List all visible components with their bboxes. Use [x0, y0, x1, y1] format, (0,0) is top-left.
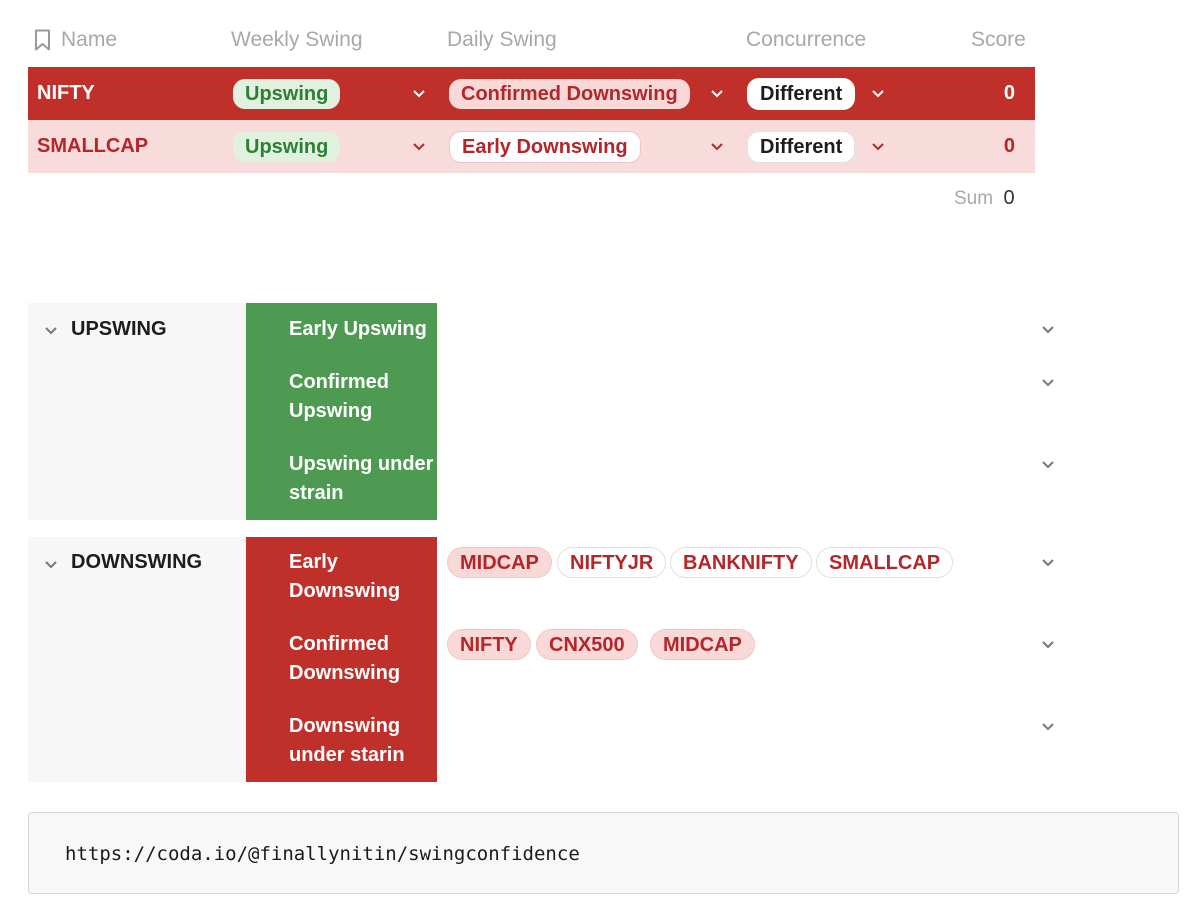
- column-header-score[interactable]: Score: [971, 26, 1026, 54]
- doc-url[interactable]: https://coda.io/@finallynitin/swingconfi…: [65, 843, 580, 865]
- symbol-tag[interactable]: CNX500: [536, 629, 638, 660]
- stage-label: Confirmed Upswing: [289, 371, 389, 422]
- concurrence-select[interactable]: Different: [747, 77, 856, 110]
- bookmark-icon: [35, 29, 50, 51]
- daily-swing-select[interactable]: Confirmed Downswing: [449, 78, 690, 109]
- column-header-name[interactable]: Name: [61, 26, 117, 54]
- daily-swing-select[interactable]: Early Downswing: [449, 130, 641, 163]
- weekly-swing-select[interactable]: Upswing: [233, 78, 341, 109]
- symbol-tag[interactable]: MIDCAP: [650, 629, 755, 660]
- score-sum: Sum 0: [954, 187, 1015, 210]
- symbol-tag[interactable]: BANKNIFTY: [670, 547, 812, 578]
- stage-label: Early Downswing: [289, 551, 401, 602]
- concurrence-select[interactable]: Different: [747, 130, 856, 163]
- row-score: 0: [1003, 82, 1015, 104]
- table-row[interactable]: SMALLCAP Upswing Early Downswing Differe…: [28, 120, 1035, 173]
- row-name: NIFTY: [37, 82, 95, 104]
- sum-value: 0: [1003, 187, 1015, 209]
- sum-label: Sum: [954, 188, 994, 209]
- url-code-block: https://coda.io/@finallynitin/swingconfi…: [28, 812, 1179, 894]
- chevron-down-icon[interactable]: [412, 142, 426, 152]
- group-title: UPSWING: [71, 318, 167, 340]
- chevron-down-icon[interactable]: [1041, 378, 1055, 388]
- symbol-tag[interactable]: MIDCAP: [447, 547, 552, 578]
- chevron-down-icon[interactable]: [710, 89, 724, 99]
- column-header-concurrence[interactable]: Concurrence: [746, 26, 866, 54]
- chevron-down-icon[interactable]: [871, 142, 885, 152]
- chevron-down-icon[interactable]: [412, 89, 426, 99]
- chevron-down-icon[interactable]: [1041, 722, 1055, 732]
- chevron-down-icon[interactable]: [1041, 558, 1055, 568]
- column-header-weekly-swing[interactable]: Weekly Swing: [231, 26, 363, 54]
- group-title: DOWNSWING: [71, 551, 203, 573]
- chevron-down-icon[interactable]: [1041, 640, 1055, 650]
- symbol-tag[interactable]: NIFTYJR: [557, 547, 667, 578]
- stage-label: Upswing under strain: [289, 453, 434, 504]
- symbol-tag[interactable]: NIFTY: [447, 629, 531, 660]
- chevron-down-icon[interactable]: [1041, 325, 1055, 335]
- row-score: 0: [1003, 135, 1015, 157]
- symbol-tag[interactable]: SMALLCAP: [816, 547, 954, 578]
- chevron-down-icon[interactable]: [44, 326, 58, 336]
- chevron-down-icon[interactable]: [1041, 460, 1055, 470]
- chevron-down-icon[interactable]: [710, 142, 724, 152]
- column-header-daily-swing[interactable]: Daily Swing: [447, 26, 557, 54]
- stage-label: Confirmed Downswing: [289, 633, 401, 684]
- table-row[interactable]: NIFTY Upswing Confirmed Downswing Differ…: [28, 67, 1035, 120]
- row-name: SMALLCAP: [37, 135, 149, 157]
- stage-label: Early Upswing: [289, 318, 427, 340]
- chevron-down-icon[interactable]: [44, 560, 58, 570]
- weekly-swing-select[interactable]: Upswing: [233, 131, 341, 162]
- stage-label: Downswing under starin: [289, 715, 405, 766]
- chevron-down-icon[interactable]: [871, 89, 885, 99]
